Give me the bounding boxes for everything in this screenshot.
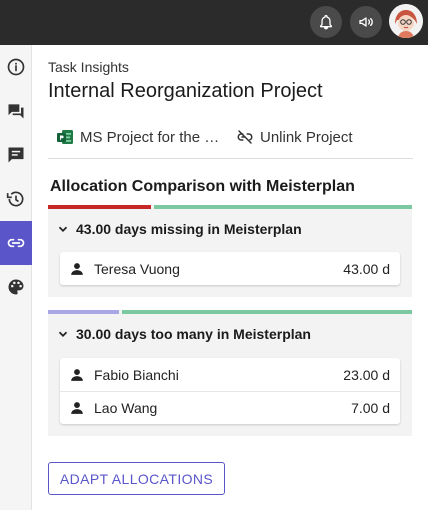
person-icon bbox=[70, 262, 84, 276]
group-label: 30.00 days too many in Meisterplan bbox=[76, 326, 311, 342]
info-icon bbox=[7, 58, 25, 76]
sidebar-item-info[interactable] bbox=[0, 45, 32, 89]
unlink-project-button[interactable]: Unlink Project bbox=[236, 125, 353, 149]
palette-icon bbox=[8, 279, 24, 295]
allocation-group-surplus: 30.00 days too many in Meisterplan Fabio… bbox=[48, 310, 412, 436]
ms-project-link-label: MS Project for the … bbox=[80, 128, 220, 146]
comment-icon bbox=[8, 147, 24, 163]
resource-name: Lao Wang bbox=[94, 400, 158, 416]
unlink-project-label: Unlink Project bbox=[260, 128, 353, 146]
sidebar-rail bbox=[0, 45, 32, 510]
missing-bar bbox=[48, 205, 151, 209]
allocation-group-missing: 43.00 days missing in Meisterplan Teresa… bbox=[48, 205, 412, 297]
resource-list: Teresa Vuong 43.00 d bbox=[60, 252, 400, 285]
allocation-bars bbox=[48, 205, 412, 209]
group-label: 43.00 days missing in Meisterplan bbox=[76, 221, 302, 237]
page-title: Internal Reorganization Project bbox=[48, 80, 323, 102]
chat-icon bbox=[8, 104, 24, 119]
ms-project-link[interactable]: MS Project for the … bbox=[56, 125, 219, 149]
notifications-button[interactable] bbox=[310, 6, 342, 38]
matched-bar bbox=[122, 310, 412, 314]
panel-overline: Task Insights bbox=[48, 59, 129, 75]
resource-list: Fabio Bianchi 23.00 d Lao Wang 7.00 d bbox=[60, 358, 400, 424]
link-off-icon bbox=[237, 130, 253, 144]
link-icon bbox=[7, 238, 25, 248]
announcements-button[interactable] bbox=[350, 6, 382, 38]
list-item[interactable]: Teresa Vuong 43.00 d bbox=[60, 252, 400, 285]
resource-days: 7.00 d bbox=[351, 400, 390, 416]
group-toggle[interactable]: 43.00 days missing in Meisterplan bbox=[56, 221, 302, 237]
person-icon bbox=[70, 401, 84, 415]
group-toggle[interactable]: 30.00 days too many in Meisterplan bbox=[56, 326, 311, 342]
sidebar-item-comments[interactable] bbox=[0, 133, 32, 177]
history-icon bbox=[6, 191, 24, 207]
top-bar bbox=[0, 0, 428, 45]
resource-name: Fabio Bianchi bbox=[94, 366, 179, 383]
chevron-down-icon bbox=[58, 226, 68, 232]
surplus-bar bbox=[48, 310, 119, 314]
resource-days: 43.00 d bbox=[343, 260, 390, 277]
ms-project-icon bbox=[57, 130, 73, 144]
resource-name: Teresa Vuong bbox=[94, 260, 180, 277]
project-links: MS Project for the … Unlink Project bbox=[48, 123, 413, 159]
sidebar-item-appearance[interactable] bbox=[0, 265, 32, 309]
sidebar-item-history[interactable] bbox=[0, 177, 32, 221]
bell-icon bbox=[320, 15, 332, 30]
list-item[interactable]: Fabio Bianchi 23.00 d bbox=[60, 358, 400, 391]
chevron-down-icon bbox=[58, 331, 68, 337]
megaphone-icon bbox=[359, 17, 373, 27]
matched-bar bbox=[154, 205, 412, 209]
user-avatar[interactable] bbox=[389, 4, 423, 38]
allocation-bars bbox=[48, 310, 412, 314]
list-item[interactable]: Lao Wang 7.00 d bbox=[60, 391, 400, 424]
resource-days: 23.00 d bbox=[343, 366, 390, 383]
avatar-illustration bbox=[389, 4, 423, 38]
sidebar-item-links[interactable] bbox=[0, 221, 32, 265]
person-icon bbox=[70, 368, 84, 382]
sidebar-item-chat[interactable] bbox=[0, 89, 32, 133]
allocation-section-title: Allocation Comparison with Meisterplan bbox=[50, 178, 355, 195]
adapt-allocations-button[interactable]: ADAPT ALLOCATIONS bbox=[48, 462, 225, 495]
